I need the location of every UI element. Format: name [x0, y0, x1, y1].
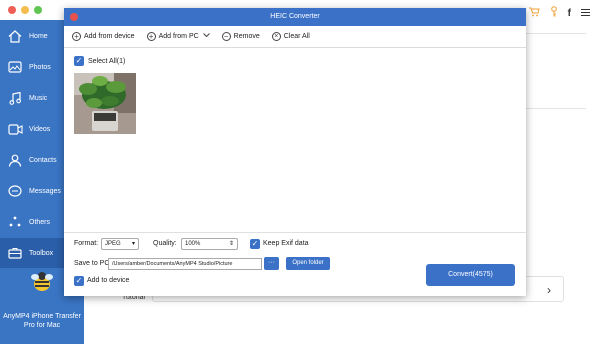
maximize-window-button[interactable]: [34, 6, 42, 14]
close-icon: ×: [271, 32, 281, 41]
plus-icon: +: [146, 32, 156, 41]
key-icon[interactable]: [550, 4, 558, 22]
others-icon: [5, 216, 25, 228]
facebook-icon[interactable]: f: [568, 8, 571, 19]
sidebar-item-label: Contacts: [29, 156, 57, 164]
format-select[interactable]: JPEG ▾: [101, 238, 139, 250]
keep-exif-checkbox[interactable]: ✓: [250, 239, 260, 249]
chevron-down-icon: ▾: [131, 241, 135, 247]
save-path-field[interactable]: /Users/amber/Documents/AnyMP4 Studio/Pic…: [108, 258, 262, 270]
add-from-device-label: Add from device: [84, 33, 135, 40]
quality-value: 100%: [185, 241, 201, 247]
select-all-checkbox[interactable]: ✓: [74, 56, 84, 66]
remove-button[interactable]: − Remove: [221, 32, 260, 41]
sidebar-item-label: Music: [29, 94, 48, 102]
minimize-window-button[interactable]: [21, 6, 29, 14]
app-name: AnyMP4 iPhone Transfer Pro for Mac: [3, 313, 81, 329]
dialog-toolbar: + Add from device + Add from PC − Remove…: [64, 26, 526, 48]
sidebar-item-label: Videos: [29, 125, 51, 133]
format-label: Format:: [74, 240, 99, 247]
window-controls: [8, 6, 42, 14]
sidebar-item-label: Home: [29, 32, 48, 40]
divider: [526, 33, 586, 34]
videos-icon: [5, 123, 25, 135]
add-to-device-checkbox[interactable]: ✓: [74, 276, 84, 286]
format-value: JPEG: [105, 241, 121, 247]
sidebar-item-label: Toolbox: [29, 249, 54, 257]
dialog-title: HEIC Converter: [270, 13, 320, 20]
add-from-device-button[interactable]: + Add from device: [72, 32, 135, 41]
sidebar-item-label: Messages: [29, 187, 61, 195]
quality-stepper[interactable]: 100% ⇕: [181, 238, 238, 250]
open-folder-button[interactable]: Open folder: [286, 257, 330, 270]
keep-exif-label: Keep Exif data: [263, 240, 309, 247]
add-from-pc-button[interactable]: + Add from PC: [146, 32, 210, 41]
sidebar-item-label: Others: [29, 218, 51, 226]
stepper-arrows-icon[interactable]: ⇕: [229, 239, 234, 249]
convert-button[interactable]: Convert(4575): [426, 264, 515, 286]
music-icon: [5, 91, 25, 105]
select-all-row[interactable]: ✓ Select All(1): [74, 56, 125, 66]
heic-converter-dialog: HEIC Converter + Add from device + Add f…: [64, 8, 526, 296]
add-to-device-label: Add to device: [87, 277, 130, 284]
clear-all-button[interactable]: × Clear All: [271, 32, 310, 41]
add-from-pc-label: Add from PC: [158, 33, 199, 40]
divider: [526, 108, 586, 109]
chevron-down-icon[interactable]: [202, 33, 210, 40]
clear-all-label: Clear All: [283, 33, 310, 40]
plus-icon: +: [72, 32, 81, 41]
chevron-right-icon: ›: [547, 283, 551, 297]
messages-icon: [5, 184, 25, 198]
contacts-icon: [5, 154, 25, 167]
save-to-label: Save to PC:: [74, 260, 112, 267]
dialog-titlebar: HEIC Converter: [64, 8, 526, 26]
settings-panel: Format: JPEG ▾ Quality: 100% ⇕ ✓ Keep Ex…: [64, 232, 526, 296]
menu-icon[interactable]: [581, 4, 590, 22]
sidebar-item-label: Photos: [29, 63, 51, 71]
toolbox-icon: [5, 247, 25, 259]
select-all-label: Select All(1): [88, 57, 126, 65]
top-right-icons: f: [528, 4, 590, 22]
home-icon: [5, 29, 25, 43]
close-window-button[interactable]: [8, 6, 16, 14]
minus-icon: −: [221, 32, 231, 41]
remove-label: Remove: [233, 33, 260, 40]
photo-thumbnail[interactable]: [74, 73, 136, 134]
browse-button[interactable]: ···: [264, 257, 279, 270]
photos-icon: [5, 61, 25, 73]
cart-icon[interactable]: [528, 4, 540, 22]
quality-label: Quality:: [153, 240, 177, 247]
dialog-close-button[interactable]: [70, 13, 78, 21]
